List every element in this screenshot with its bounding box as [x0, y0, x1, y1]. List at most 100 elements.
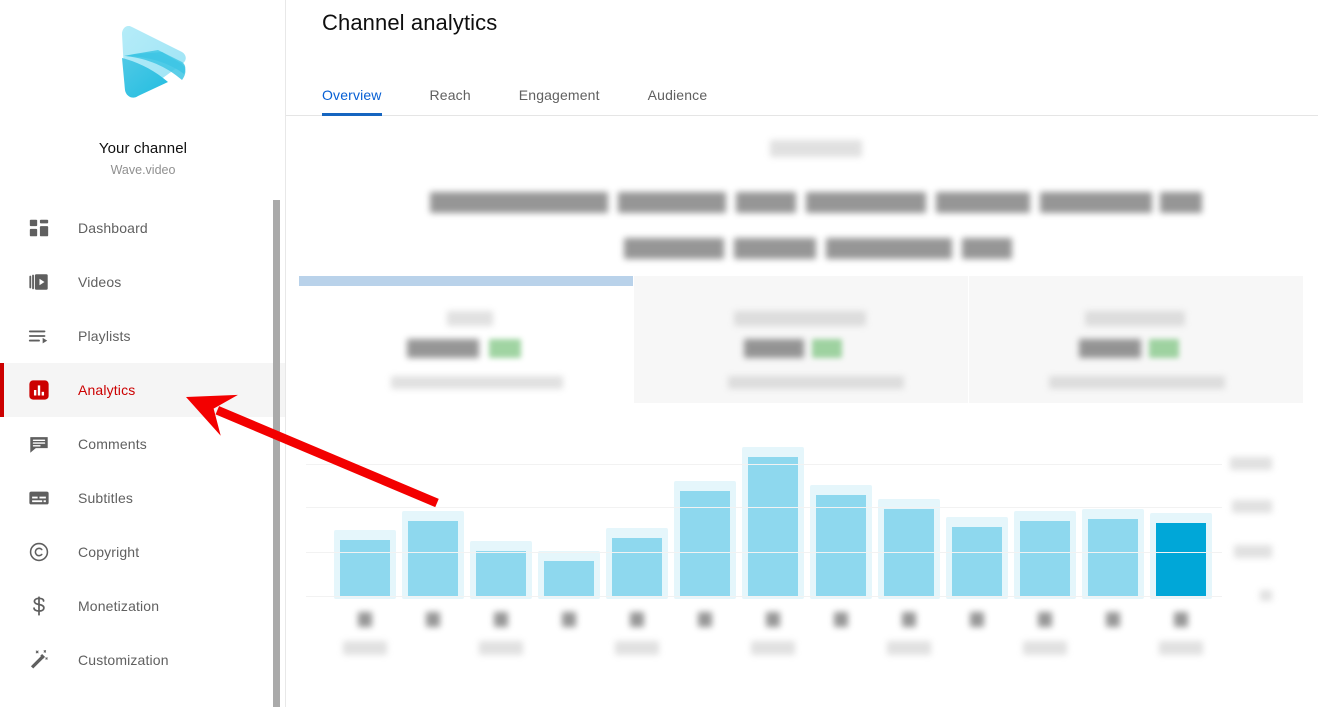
sidebar-item-analytics[interactable]: Analytics: [0, 363, 286, 417]
sidebar: Your channel Wave.video Dashboard Videos P…: [0, 0, 286, 707]
redacted-text-block: [1085, 311, 1185, 326]
sidebar-item-label: Playlists: [78, 328, 131, 344]
redacted-text-block: [744, 339, 804, 358]
chart-bar[interactable]: [408, 521, 458, 597]
chart-x-tick-label: [358, 612, 372, 627]
chart-x-tick-label: [562, 612, 576, 627]
chart-x-tick-label: [494, 612, 508, 627]
chart-bar-column[interactable]: [538, 551, 600, 599]
chart-bar-column[interactable]: [742, 447, 804, 599]
redacted-text-block: [770, 140, 862, 157]
metric-card-body: [634, 276, 968, 403]
chart-bar[interactable]: [1088, 519, 1138, 597]
tab-engagement[interactable]: Engagement: [519, 87, 600, 115]
chart-bar-column[interactable]: [1082, 509, 1144, 599]
chart-bar-column[interactable]: [810, 485, 872, 599]
chart-bar-column[interactable]: [402, 511, 464, 599]
comment-bubble-icon: [26, 431, 52, 457]
metric-card-3[interactable]: [969, 276, 1304, 403]
chart-x-tick-label: [1038, 612, 1052, 627]
chart-bar-column[interactable]: [470, 541, 532, 599]
redacted-text-block: [618, 192, 726, 213]
chart-bar[interactable]: [1020, 521, 1070, 597]
chart-gridline: [306, 596, 1222, 597]
chart-y-axis-label: [1232, 500, 1272, 513]
chart-bar-column[interactable]: [606, 528, 668, 599]
chart-x-axis-label: [343, 641, 387, 655]
chart-bar[interactable]: [340, 540, 390, 597]
headline-redacted-text: [286, 116, 1318, 276]
chart-x-tick-label: [970, 612, 984, 627]
channel-block: Your channel Wave.video: [0, 0, 286, 177]
chart-bar[interactable]: [612, 538, 662, 597]
tab-overview[interactable]: Overview: [322, 87, 382, 116]
chart-bar[interactable]: [952, 527, 1002, 597]
chart-bar-column[interactable]: [1014, 511, 1076, 599]
chart-bar[interactable]: [476, 551, 526, 597]
channel-handle: Wave.video: [110, 163, 176, 177]
chart-x-axis-label: [751, 641, 795, 655]
dollar-sign-icon: [26, 593, 52, 619]
sidebar-item-label: Comments: [78, 436, 147, 452]
redacted-text-block: [728, 376, 904, 389]
redacted-text-block: [1160, 192, 1202, 213]
sidebar-item-subtitles[interactable]: Subtitles: [0, 471, 286, 525]
chart-y-axis-label: [1234, 545, 1272, 558]
analytics-tabs: Overview Reach Engagement Audience: [286, 74, 1318, 116]
chart-x-tick-label: [1174, 612, 1188, 627]
chart-x-tick-label: [902, 612, 916, 627]
redacted-text-block: [1079, 339, 1141, 358]
chart-bar[interactable]: [544, 561, 594, 597]
chart-bar-column[interactable]: [334, 530, 396, 599]
sidebar-scrollbar-thumb[interactable]: [273, 200, 280, 707]
redacted-text-block: [407, 339, 479, 358]
metric-card-body: [299, 276, 633, 403]
tab-audience[interactable]: Audience: [648, 87, 708, 115]
chart-x-tick-label: [834, 612, 848, 627]
redacted-text-block: [806, 192, 926, 213]
sidebar-scrollbar-track[interactable]: [273, 0, 283, 707]
redacted-text-block: [447, 311, 493, 326]
chart-x-axis-label: [1023, 641, 1067, 655]
chart-y-axis-label: [1260, 590, 1272, 601]
sidebar-item-playlists[interactable]: Playlists: [0, 309, 286, 363]
redacted-text-block: [624, 238, 724, 259]
chart-x-axis-label: [479, 641, 523, 655]
dashboard-grid-icon: [26, 215, 52, 241]
chart-y-axis-label: [1230, 457, 1272, 470]
redacted-text-block: [734, 311, 866, 326]
chart-x-tick-label: [766, 612, 780, 627]
metric-card-body: [969, 276, 1303, 403]
chart-bars: [286, 416, 1318, 666]
chart-bar[interactable]: [884, 509, 934, 597]
sidebar-item-label: Copyright: [78, 544, 140, 560]
metric-card-1[interactable]: [299, 276, 634, 403]
sidebar-item-videos[interactable]: Videos: [0, 255, 286, 309]
sidebar-item-customization[interactable]: Customization: [0, 633, 286, 687]
sidebar-item-copyright[interactable]: Copyright: [0, 525, 286, 579]
chart-bar-column[interactable]: [946, 517, 1008, 599]
video-stack-icon: [26, 269, 52, 295]
chart-x-tick-label: [1106, 612, 1120, 627]
redacted-text-block: [936, 192, 1030, 213]
playlist-lines-icon: [26, 323, 52, 349]
sidebar-item-label: Videos: [78, 274, 122, 290]
sidebar-item-dashboard[interactable]: Dashboard: [0, 201, 286, 255]
chart-bar-column[interactable]: [1150, 513, 1212, 599]
redacted-text-block: [826, 238, 952, 259]
sidebar-item-monetization[interactable]: Monetization: [0, 579, 286, 633]
sidebar-item-label: Monetization: [78, 598, 160, 614]
channel-name: Your channel: [98, 140, 188, 157]
chart-bar[interactable]: [748, 457, 798, 597]
redacted-text-block: [1040, 192, 1152, 213]
tab-reach[interactable]: Reach: [430, 87, 471, 115]
chart-x-tick-label: [426, 612, 440, 627]
metric-delta-badge: [1149, 339, 1179, 358]
chart-bar-column[interactable]: [878, 499, 940, 599]
chart-x-axis-label: [1159, 641, 1203, 655]
sidebar-item-comments[interactable]: Comments: [0, 417, 286, 471]
chart-x-axis-label: [887, 641, 931, 655]
metric-card-2[interactable]: [634, 276, 969, 403]
chart-bar[interactable]: [816, 495, 866, 597]
chart-bar-highlighted[interactable]: [1156, 523, 1206, 597]
